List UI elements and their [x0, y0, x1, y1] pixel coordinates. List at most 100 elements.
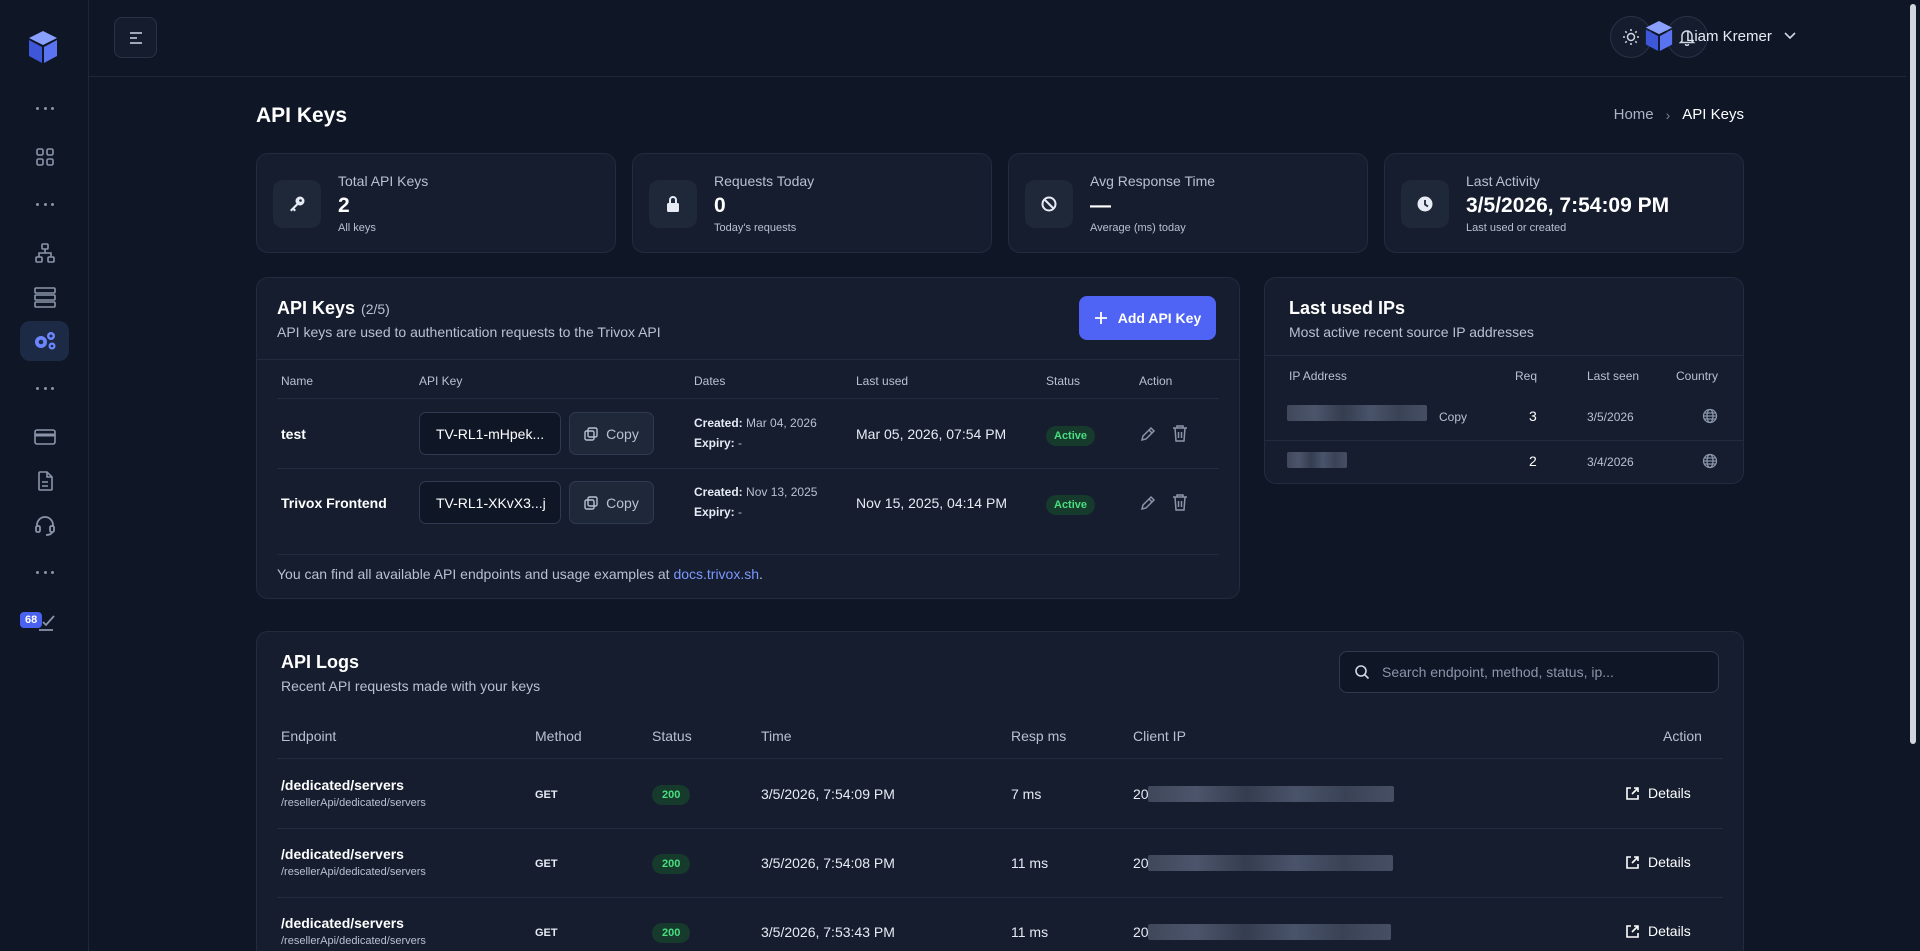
divider — [277, 468, 1219, 469]
network-icon — [34, 243, 55, 263]
status-badge: Active — [1046, 495, 1096, 515]
menu-icon — [129, 31, 142, 44]
api-key-field[interactable]: TV-RL1-mHpek... — [419, 412, 561, 455]
grid-icon — [35, 148, 54, 166]
breadcrumb-home[interactable]: Home — [1614, 106, 1654, 123]
log-resp: 7 ms — [1011, 786, 1042, 802]
copy-key-button[interactable]: Copy — [569, 481, 654, 524]
copy-key-button[interactable]: Copy — [569, 412, 654, 455]
menu-toggle-button[interactable] — [114, 17, 157, 58]
globe-icon — [1702, 408, 1718, 424]
sidebar-item-documents[interactable] — [20, 461, 69, 501]
scrollbar-thumb[interactable] — [1910, 4, 1916, 744]
plus-icon — [1094, 312, 1107, 324]
sidebar-item-dashboard[interactable] — [20, 137, 69, 177]
scrollbar-track[interactable] — [1906, 0, 1920, 951]
log-method: GET — [535, 789, 558, 801]
search-input[interactable] — [1382, 664, 1702, 680]
sidebar-item-network[interactable] — [20, 233, 69, 273]
trash-icon[interactable] — [1171, 424, 1189, 443]
divider — [257, 359, 1239, 360]
page-title: API Keys — [256, 104, 348, 127]
last-used: Nov 15, 2025, 04:14 PM — [856, 495, 1007, 511]
clock-icon — [1401, 180, 1449, 228]
details-button[interactable]: Details — [1625, 854, 1691, 870]
log-endpoint: /dedicated/servers — [281, 846, 404, 862]
log-status-badge: 200 — [652, 923, 691, 943]
topbar: Liam Kremer — [89, 0, 1920, 77]
user-menu[interactable]: Liam Kremer — [1644, 20, 1796, 52]
ip-req: 2 — [1529, 453, 1537, 469]
status-badge: Active — [1046, 426, 1096, 446]
log-path: /resellerApi/dedicated/servers — [281, 935, 426, 947]
logs-title: API Logs — [281, 652, 360, 672]
docs-link[interactable]: docs.trivox.sh — [673, 566, 759, 582]
globe-icon — [1702, 453, 1718, 469]
edit-icon[interactable] — [1139, 494, 1157, 512]
client-ip-redacted — [1148, 924, 1391, 940]
logs-subtitle: Recent API requests made with your keys — [281, 678, 541, 694]
divider — [277, 897, 1723, 898]
sidebar-item-support[interactable] — [20, 505, 69, 545]
stat-card-requests-today: Requests Today 0 Today's requests — [632, 153, 992, 253]
copy-icon — [584, 495, 598, 510]
copy-ip-button[interactable]: Copy — [1439, 410, 1467, 424]
external-link-icon — [1626, 924, 1639, 938]
stat-value: 0 — [714, 194, 726, 217]
expiry-date: - — [738, 505, 743, 519]
log-time: 3/5/2026, 7:54:09 PM — [761, 786, 895, 802]
chevron-down-icon — [1784, 32, 1796, 40]
col-client-ip: Client IP — [1133, 728, 1186, 744]
search-icon — [1355, 665, 1370, 680]
col-dates: Dates — [694, 374, 726, 388]
key-name: Trivox Frontend — [281, 495, 387, 511]
stat-label: Total API Keys — [338, 173, 429, 189]
stat-value: — — [1090, 194, 1111, 217]
ban-icon — [1025, 180, 1073, 228]
last-used: Mar 05, 2026, 07:54 PM — [856, 426, 1007, 442]
details-button[interactable]: Details — [1625, 785, 1691, 801]
log-method: GET — [535, 927, 558, 939]
col-req: Req — [1515, 369, 1538, 383]
created-date: Nov 13, 2025 — [746, 485, 818, 499]
ip-req: 3 — [1529, 408, 1537, 424]
sidebar-item-billing[interactable] — [20, 417, 69, 457]
details-button[interactable]: Details — [1625, 923, 1691, 939]
key-name: test — [281, 426, 306, 442]
stat-value: 2 — [338, 194, 350, 217]
log-time: 3/5/2026, 7:54:08 PM — [761, 855, 895, 871]
api-keys-count: (2/5) — [361, 301, 390, 317]
sidebar: 68 — [0, 0, 89, 951]
breadcrumb-separator: › — [1665, 106, 1671, 123]
api-key-field[interactable]: TV-RL1-XKvX3...j — [419, 481, 561, 524]
trash-icon[interactable] — [1171, 493, 1189, 512]
sun-icon — [1623, 29, 1639, 45]
log-resp: 11 ms — [1011, 855, 1049, 871]
ip-address-redacted — [1287, 405, 1427, 421]
docs-note: You can find all available API endpoints… — [277, 566, 763, 582]
log-client-ip: 20 — [1133, 855, 1149, 871]
col-time: Time — [761, 728, 792, 744]
col-resp: Resp ms — [1011, 728, 1067, 744]
breadcrumb: Home › API Keys — [1614, 106, 1744, 123]
col-action: Action — [1663, 728, 1702, 744]
brand-logo-icon[interactable] — [27, 30, 59, 64]
log-status-badge: 200 — [652, 854, 691, 874]
log-path: /resellerApi/dedicated/servers — [281, 866, 426, 878]
sidebar-item-api[interactable] — [20, 321, 69, 361]
col-last-seen: Last seen — [1587, 369, 1640, 383]
add-api-key-button[interactable]: Add API Key — [1079, 296, 1216, 340]
edit-icon[interactable] — [1139, 425, 1157, 443]
log-endpoint: /dedicated/servers — [281, 777, 404, 793]
logs-search[interactable] — [1339, 651, 1719, 693]
stat-value: 3/5/2026, 7:54:09 PM — [1466, 194, 1670, 217]
sidebar-item-servers[interactable] — [20, 277, 69, 317]
sidebar-more-icon — [36, 387, 54, 391]
stat-card-last-activity: Last Activity 3/5/2026, 7:54:09 PM Last … — [1384, 153, 1744, 253]
log-method: GET — [535, 858, 558, 870]
divider — [1265, 355, 1743, 356]
divider — [277, 758, 1723, 759]
col-last-used: Last used — [856, 374, 909, 388]
created-date: Mar 04, 2026 — [746, 416, 817, 430]
col-action: Action — [1139, 374, 1173, 388]
